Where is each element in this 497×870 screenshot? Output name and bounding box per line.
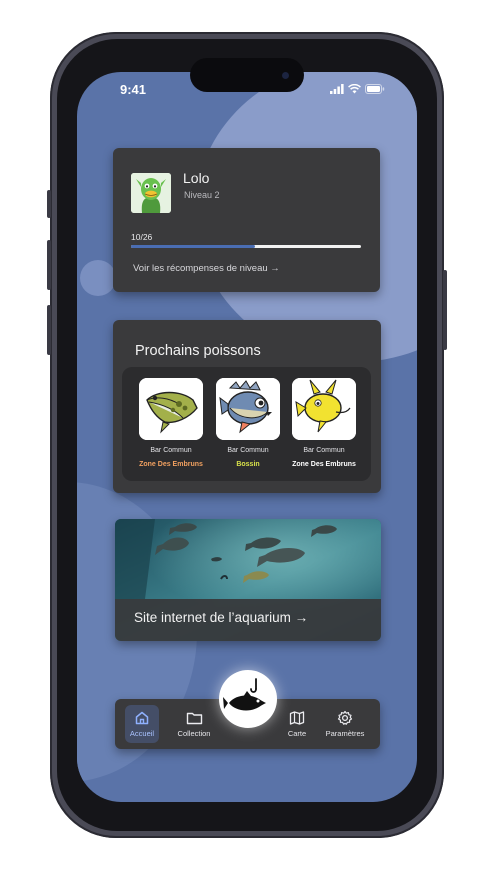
fishing-button[interactable] xyxy=(219,670,277,728)
fish-illustration-icon xyxy=(292,378,356,440)
progress-fill xyxy=(131,245,256,248)
fish-card-2[interactable] xyxy=(216,378,280,440)
player-level: Niveau 2 xyxy=(184,190,220,200)
nav-label-home: Accueil xyxy=(129,729,155,738)
nav-item-map[interactable]: Carte xyxy=(283,710,311,738)
folder-icon xyxy=(186,712,202,725)
fish-card-3[interactable] xyxy=(292,378,356,440)
nav-label-settings: Paramètres xyxy=(325,729,365,738)
volume-up-button xyxy=(47,240,51,290)
battery-icon xyxy=(365,84,385,94)
rewards-link[interactable]: Voir les récompenses de niveau → xyxy=(133,263,280,274)
goblin-avatar-icon xyxy=(131,173,171,213)
home-icon xyxy=(135,711,149,725)
status-time: 9:41 xyxy=(120,82,147,97)
mute-switch xyxy=(47,190,51,218)
wifi-icon xyxy=(348,84,361,94)
map-icon xyxy=(289,711,305,725)
nav-label-map: Carte xyxy=(287,729,307,738)
aquarium-link[interactable]: Site internet de l’aquarium → xyxy=(134,610,308,625)
fish-name-2: Bar Commun xyxy=(227,447,269,454)
upcoming-fish-title: Prochains poissons xyxy=(135,343,261,359)
fish-name-1: Bar Commun xyxy=(150,447,192,454)
fish-illustration-icon xyxy=(216,378,280,440)
fish-card-1[interactable] xyxy=(139,378,203,440)
nav-item-collection[interactable]: Collection xyxy=(174,710,214,738)
avatar[interactable] xyxy=(131,173,171,213)
nav-item-settings[interactable]: Paramètres xyxy=(322,710,368,738)
nav-label-collection: Collection xyxy=(177,729,211,738)
progress-label: 10/26 xyxy=(131,232,153,242)
gear-icon xyxy=(337,710,353,725)
player-name: Lolo xyxy=(183,170,210,186)
progress-bar xyxy=(131,245,361,248)
fish-zone-3: Zone Des Embruns xyxy=(292,461,356,468)
background-blob xyxy=(80,260,116,296)
fish-hook-icon xyxy=(223,678,266,711)
fish-name-3: Bar Commun xyxy=(303,447,345,454)
power-button xyxy=(443,270,447,350)
camera xyxy=(282,72,289,79)
nav-item-home[interactable]: Accueil xyxy=(127,710,157,738)
volume-down-button xyxy=(47,305,51,355)
status-icons xyxy=(330,84,385,94)
fish-illustration-icon xyxy=(139,378,203,440)
signal-icon xyxy=(330,84,344,94)
